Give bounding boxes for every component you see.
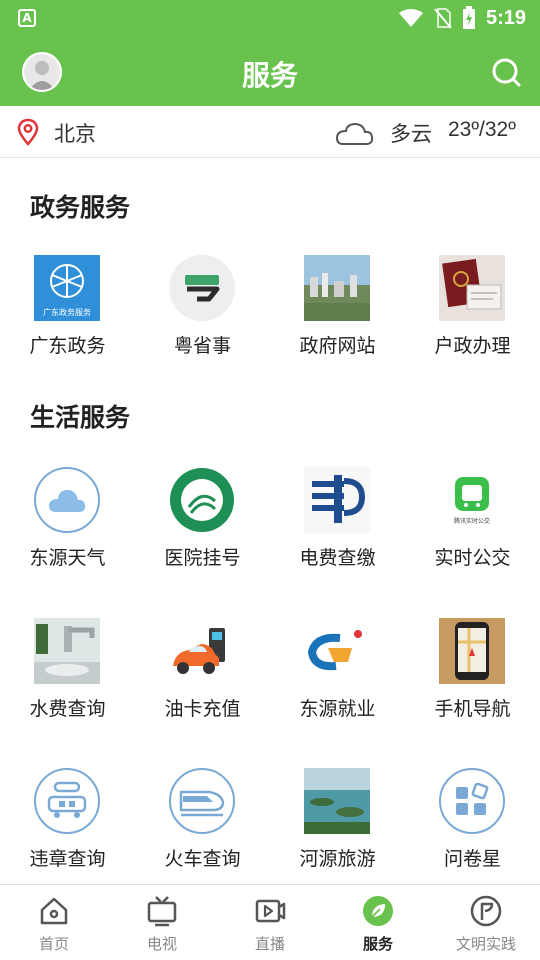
svg-text:广东政务服务: 广东政务服务 (43, 307, 91, 317)
yueshengshi-icon (169, 255, 235, 321)
phone-map-icon (439, 618, 505, 684)
service-yueshengshi[interactable]: 粤省事 (135, 255, 270, 375)
service-realtime-bus[interactable]: 腾讯实时公交 实时公交 (405, 467, 540, 587)
service-label: 政府网站 (299, 335, 376, 357)
train-icon (169, 768, 235, 834)
service-label: 广东政务 (29, 335, 106, 357)
nav-live[interactable]: 直播 (216, 885, 324, 960)
service-household-registration[interactable]: 户政办理 (405, 255, 540, 375)
service-label: 手机导航 (434, 698, 511, 720)
service-label: 油卡充值 (164, 698, 241, 720)
faucet-photo-icon (34, 618, 100, 684)
guangdong-gov-icon: 广东政务服务 (34, 255, 100, 321)
passport-photo-icon (439, 255, 505, 321)
employment-logo-icon (304, 618, 370, 684)
cloudy-icon (335, 122, 374, 145)
service-label: 问卷星 (443, 848, 501, 870)
service-dongyuan-employment[interactable]: 东源就业 (270, 618, 405, 738)
no-sim-icon (434, 8, 452, 29)
nav-home[interactable]: 首页 (0, 885, 108, 960)
section-title-life: 生活服务 (30, 403, 131, 432)
tv-icon (147, 896, 177, 927)
service-phone-navigation[interactable]: 手机导航 (405, 618, 540, 738)
service-label: 电费查缴 (299, 547, 376, 569)
battery-charging-icon (462, 6, 475, 29)
wifi-icon (398, 9, 423, 27)
traffic-car-icon (34, 768, 100, 834)
status-bar: A 5:19 (0, 0, 540, 36)
power-grid-logo-icon (304, 467, 370, 533)
service-label: 户政办理 (434, 335, 511, 357)
service-label: 医院挂号 (164, 547, 241, 569)
service-hospital-booking[interactable]: 医院挂号 (135, 467, 270, 587)
cloud-icon (34, 467, 100, 533)
nav-tv[interactable]: 电视 (108, 885, 216, 960)
service-label: 火车查询 (164, 848, 241, 870)
service-fuel-card[interactable]: 油卡充值 (135, 618, 270, 738)
status-icons: 5:19 (398, 4, 526, 32)
service-guangdong-gov[interactable]: 广东政务服务 广东政务 (0, 255, 135, 375)
service-water-bill[interactable]: 水费查询 (0, 618, 135, 738)
service-label: 违章查询 (29, 848, 106, 870)
service-survey-star[interactable]: 问卷星 (405, 768, 540, 888)
temperature-range: 23º/32º (448, 118, 516, 141)
service-traffic-violation[interactable]: 违章查询 (0, 768, 135, 888)
service-dongyuan-weather[interactable]: 东源天气 (0, 467, 135, 587)
service-label: 东源就业 (299, 698, 376, 720)
location-pin-icon[interactable] (16, 118, 40, 146)
service-electricity-bill[interactable]: 电费查缴 (270, 467, 405, 587)
bus-app-icon: 腾讯实时公交 (439, 467, 505, 533)
leaf-service-icon (363, 896, 393, 926)
lake-photo-icon (304, 768, 370, 834)
survey-icon (439, 768, 505, 834)
title-bar: 服务 (0, 36, 540, 106)
svg-text:腾讯实时公交: 腾讯实时公交 (454, 517, 490, 525)
service-train-query[interactable]: 火车查询 (135, 768, 270, 888)
hospital-logo-icon (169, 467, 235, 533)
nav-label: 直播 (254, 935, 285, 953)
app-notification-icon: A (18, 9, 36, 27)
service-label: 实时公交 (434, 547, 511, 569)
home-icon (40, 897, 68, 925)
car-fuel-icon (169, 618, 235, 684)
flag-circle-icon (470, 895, 502, 927)
nav-service[interactable]: 服务 (324, 885, 432, 960)
nav-label: 首页 (38, 935, 69, 953)
service-gov-website[interactable]: 政府网站 (270, 255, 405, 375)
search-icon[interactable] (490, 56, 522, 88)
weather-condition: 多云 (390, 122, 432, 146)
nav-label: 文明实践 (455, 935, 516, 953)
nav-civilization-practice[interactable]: 文明实践 (432, 885, 540, 960)
bottom-navigation: 首页 电视 直播 服务 文明实践 (0, 884, 540, 960)
nav-label: 服务 (362, 935, 393, 953)
nav-label: 电视 (146, 935, 177, 953)
service-heyuan-tourism[interactable]: 河源旅游 (270, 768, 405, 888)
page-title: 服务 (241, 59, 298, 92)
service-label: 河源旅游 (299, 848, 376, 870)
city-photo-icon (304, 255, 370, 321)
live-video-icon (255, 899, 286, 923)
clock: 5:19 (485, 6, 526, 29)
service-label: 水费查询 (29, 698, 106, 720)
service-label: 粤省事 (173, 335, 231, 357)
service-label: 东源天气 (29, 547, 106, 569)
city-name[interactable]: 北京 (54, 118, 96, 148)
section-title-gov: 政务服务 (30, 193, 131, 222)
location-weather-bar: 北京 多云 23º/32º (0, 106, 540, 158)
